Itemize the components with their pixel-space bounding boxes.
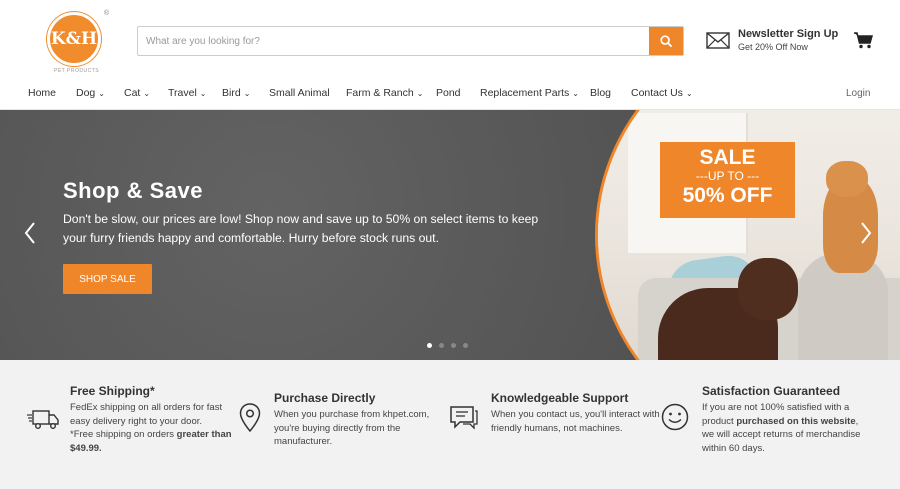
feature-title: Knowledgeable Support <box>491 391 629 405</box>
nav-label: Cat <box>124 87 141 99</box>
hero-title: Shop & Save <box>63 178 203 203</box>
nav-farm-ranch[interactable]: Farm & Ranch ⌄ <box>346 87 423 99</box>
nav-small-animal[interactable]: Small Animal <box>269 87 330 99</box>
delivery-truck-icon <box>27 410 59 429</box>
cart-icon <box>854 32 873 49</box>
hero-carousel: SALE ---UP TO --- 50% OFF Shop & Save Do… <box>0 110 900 360</box>
newsletter-signup[interactable]: Newsletter Sign Up Get 20% Off Now <box>706 28 838 52</box>
search-bar <box>137 26 684 56</box>
nav-dog[interactable]: Dog ⌄ <box>76 87 105 99</box>
feature-desc-bold: purchased on this website <box>736 415 856 427</box>
nav-pond[interactable]: Pond <box>436 87 461 99</box>
nav-home[interactable]: Home <box>28 87 56 99</box>
chevron-down-icon: ⌄ <box>685 89 693 98</box>
feature-title: Satisfaction Guaranteed <box>702 384 841 398</box>
hero-text: Don't be slow, our prices are low! Shop … <box>63 212 539 245</box>
feature-desc: When you contact us, you'll interact wit… <box>491 409 660 434</box>
nav-label: Farm & Ranch <box>346 87 414 99</box>
newsletter-subtitle: Get 20% Off Now <box>738 42 808 52</box>
sale-line2: ---UP TO --- <box>695 169 760 183</box>
feature-desc: If you are not 100% satisfied with a pro… <box>702 401 872 455</box>
smiley-face-icon <box>661 403 689 431</box>
envelope-icon <box>706 31 730 49</box>
nav-label: Blog <box>590 87 612 99</box>
feature-desc: When you purchase from khpet.com, you're… <box>274 409 430 447</box>
nav-label: Contact Us <box>631 87 683 99</box>
nav-label: Travel <box>168 87 197 99</box>
chevron-down-icon: ⌄ <box>572 89 579 98</box>
nav-label: Replacement Parts <box>480 87 570 99</box>
search-button[interactable] <box>649 27 683 55</box>
login-link[interactable]: Login <box>846 88 870 99</box>
sale-line3: 50% OFF <box>682 184 773 207</box>
carousel-prev-button[interactable] <box>24 222 36 249</box>
sale-badge: SALE ---UP TO --- 50% OFF <box>660 142 795 218</box>
newsletter-title: Newsletter Sign Up <box>738 28 839 40</box>
nav-label: Small Animal <box>269 87 330 99</box>
carousel-dots <box>427 343 468 348</box>
feature-desc-text: *Free shipping on orders <box>70 429 177 440</box>
chevron-down-icon: ⌄ <box>416 89 424 98</box>
feature-knowledgeable-support: Knowledgeable Support When you contact u… <box>491 391 661 435</box>
shop-sale-button[interactable]: SHOP SALE <box>63 264 152 294</box>
chevron-left-icon <box>24 222 35 244</box>
search-icon <box>659 34 672 47</box>
feature-purchase-directly: Purchase Directly When you purchase from… <box>274 391 444 449</box>
main-nav: Home Dog ⌄ Cat ⌄ Travel ⌄ Bird ⌄ Small Anima… <box>0 80 900 110</box>
nav-cat[interactable]: Cat ⌄ <box>124 87 150 99</box>
logo-mark: K&H <box>47 12 101 66</box>
chevron-down-icon: ⌄ <box>143 89 151 98</box>
nav-blog[interactable]: Blog <box>590 87 611 99</box>
feature-title: Purchase Directly <box>274 391 376 405</box>
feature-desc-text: FedEx shipping on all orders for fast ea… <box>70 402 223 427</box>
nav-label: Home <box>28 87 57 99</box>
carousel-dot[interactable] <box>463 343 468 348</box>
feature-title: Free Shipping* <box>70 384 155 398</box>
nav-label: Pond <box>436 87 461 99</box>
nav-replacement-parts[interactable]: Replacement Parts ⌄ <box>480 87 579 99</box>
carousel-next-button[interactable] <box>860 222 872 249</box>
features-bar: Free Shipping* FedEx shipping on all ord… <box>0 360 900 489</box>
chevron-down-icon: ⌄ <box>199 89 207 98</box>
chevron-down-icon: ⌄ <box>243 89 251 98</box>
dog-head-shape <box>738 258 798 320</box>
feature-free-shipping: Free Shipping* FedEx shipping on all ord… <box>70 384 235 455</box>
chevron-down-icon: ⌄ <box>98 89 105 98</box>
sale-line1: SALE <box>699 146 756 169</box>
site-header: K&H ® PET PRODUCTS Newsletter Sign Up Ge… <box>0 0 900 80</box>
feature-desc: FedEx shipping on all orders for fast ea… <box>70 401 235 455</box>
nav-contact-us[interactable]: Contact Us ⌄ <box>631 87 693 99</box>
cat-head-shape <box>826 161 868 197</box>
carousel-dot[interactable] <box>439 343 444 348</box>
chevron-right-icon <box>861 222 872 244</box>
feature-satisfaction-guaranteed: Satisfaction Guaranteed If you are not 1… <box>702 384 872 455</box>
chat-bubble-icon <box>450 406 478 430</box>
nav-bird[interactable]: Bird ⌄ <box>222 87 250 99</box>
kh-logo[interactable]: K&H ® PET PRODUCTS <box>47 10 109 74</box>
nav-label: Bird <box>222 87 241 99</box>
nav-label: Dog <box>76 87 96 99</box>
registered-mark: ® <box>103 10 109 17</box>
cart-button[interactable] <box>854 32 873 54</box>
search-input[interactable] <box>138 27 649 55</box>
nav-travel[interactable]: Travel ⌄ <box>168 87 207 99</box>
logo-subtext: PET PRODUCTS <box>54 68 100 74</box>
carousel-dot[interactable] <box>451 343 456 348</box>
location-pin-icon <box>239 403 261 433</box>
carousel-dot[interactable] <box>427 343 432 348</box>
